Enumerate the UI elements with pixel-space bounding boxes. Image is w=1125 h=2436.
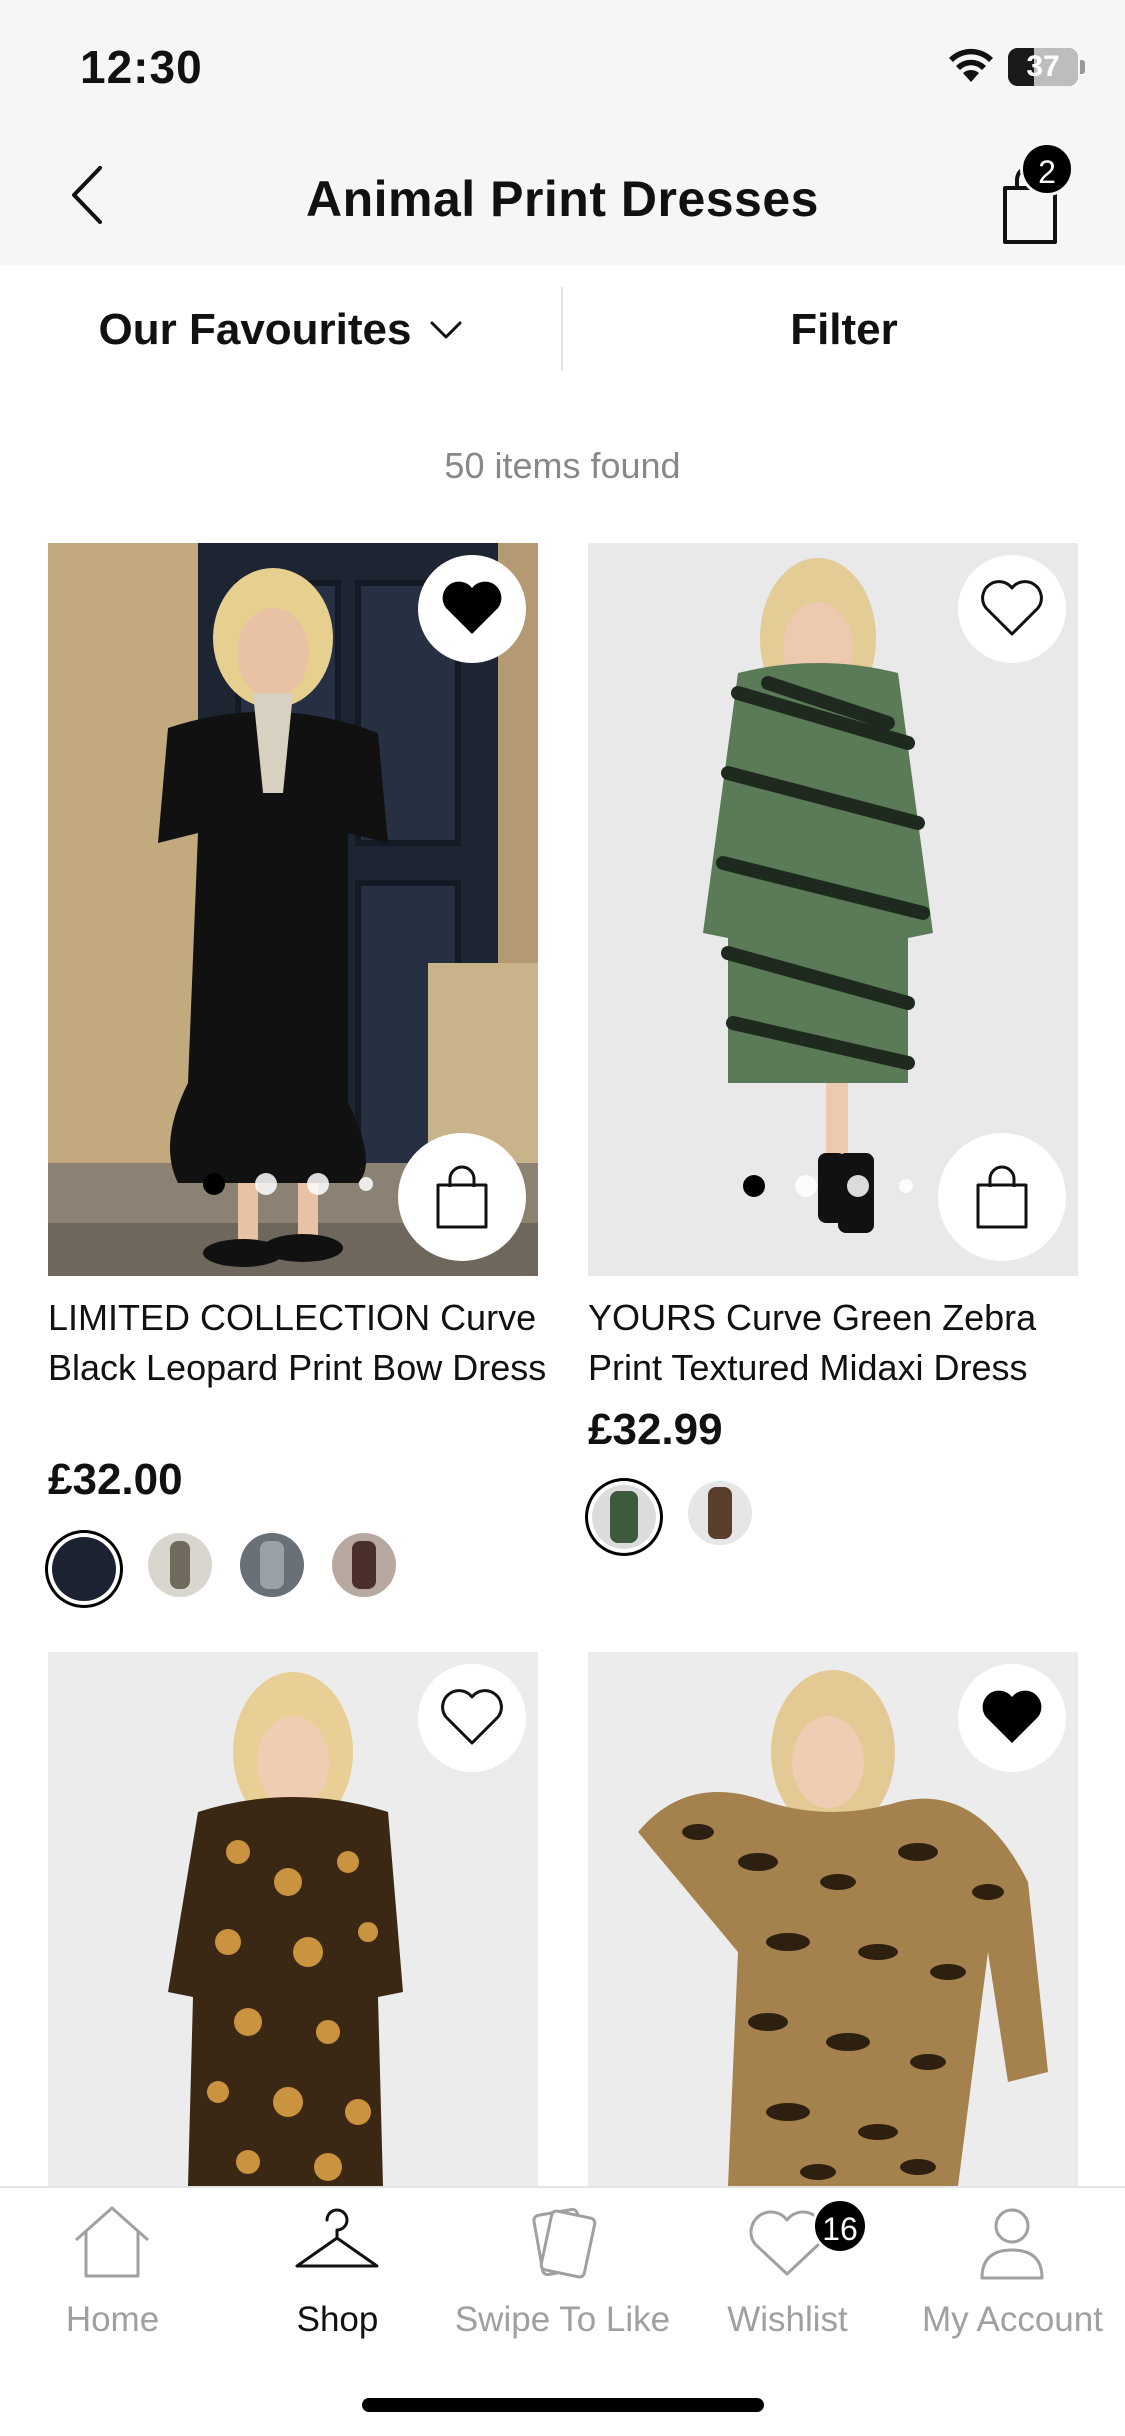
heart-outline-icon — [441, 1689, 503, 1745]
wifi-icon — [949, 48, 993, 82]
product-price: £32.99 — [588, 1405, 723, 1454]
carousel-dot[interactable] — [203, 1173, 225, 1195]
wishlist-button[interactable] — [418, 555, 526, 663]
product-price: £32.00 — [48, 1455, 183, 1504]
hanger-icon — [295, 2208, 379, 2268]
items-found-count: 50 items found — [444, 445, 681, 486]
color-swatch[interactable] — [332, 1533, 396, 1597]
tab-label: Home — [65, 2300, 160, 2339]
heart-outline-icon — [981, 580, 1043, 636]
cart-count-badge: 2 — [1020, 142, 1074, 196]
product-image[interactable] — [588, 543, 1078, 1276]
home-icon — [75, 2206, 149, 2278]
carousel-dot[interactable] — [899, 1179, 913, 1193]
sort-label: Our Favourites — [98, 305, 412, 354]
battery-tip — [1080, 60, 1085, 74]
product-image[interactable] — [588, 1652, 1078, 2186]
color-swatch[interactable] — [240, 1533, 304, 1597]
battery-icon: 37 — [1008, 48, 1078, 86]
tab-swipe-to-like[interactable]: Swipe To Like — [450, 2188, 675, 2348]
home-indicator[interactable] — [362, 2398, 764, 2412]
product-image[interactable] — [48, 543, 538, 1276]
color-swatch[interactable] — [688, 1481, 752, 1545]
shopping-bag-icon — [976, 1165, 1028, 1229]
tab-label: My Account — [922, 2300, 1103, 2339]
filter-label: Filter — [790, 305, 898, 354]
carousel-dot[interactable] — [255, 1173, 277, 1195]
tab-home[interactable]: Home — [0, 2188, 225, 2348]
wishlist-count-badge: 16 — [812, 2198, 868, 2254]
carousel-dot[interactable] — [743, 1175, 765, 1197]
color-swatch[interactable] — [592, 1485, 656, 1549]
page-title: Animal Print Dresses — [306, 171, 819, 227]
tab-shop[interactable]: Shop — [225, 2188, 450, 2348]
carousel-dot[interactable] — [795, 1175, 817, 1197]
carousel-dot[interactable] — [359, 1177, 373, 1191]
sort-filter-bar: Our Favourites Filter — [0, 265, 1125, 395]
color-swatches — [588, 1481, 752, 1553]
status-bar: 12:30 37 — [0, 0, 1125, 130]
color-swatch[interactable] — [148, 1533, 212, 1597]
chevron-down-icon — [430, 321, 462, 339]
person-icon — [980, 2208, 1044, 2280]
add-to-bag-button[interactable] — [398, 1133, 526, 1261]
sort-dropdown[interactable]: Our Favourites — [0, 265, 562, 395]
cards-icon — [532, 2207, 597, 2279]
add-to-bag-button[interactable] — [938, 1133, 1066, 1261]
tab-wishlist[interactable]: Wishlist — [675, 2188, 900, 2348]
carousel-dot[interactable] — [307, 1173, 329, 1195]
battery-level: 37 — [1026, 50, 1060, 83]
tab-label: Swipe To Like — [454, 2300, 671, 2339]
product-card[interactable]: LIMITED COLLECTION Curve Black Leopard P… — [48, 543, 546, 1605]
tab-label: Shop — [296, 2300, 379, 2339]
wishlist-button[interactable] — [418, 1664, 526, 1772]
color-swatch[interactable] — [52, 1537, 116, 1601]
product-image[interactable] — [48, 1652, 538, 2186]
product-name[interactable]: LIMITED COLLECTION Curve Black Leopard P… — [48, 1293, 548, 1393]
nav-header: Animal Print Dresses — [0, 130, 1125, 265]
tab-my-account[interactable]: My Account — [900, 2188, 1125, 2348]
heart-filled-icon — [442, 581, 502, 634]
shopping-bag-icon — [436, 1165, 488, 1229]
status-time: 12:30 — [80, 41, 203, 93]
filter-button[interactable]: Filter — [563, 265, 1125, 395]
heart-filled-icon — [982, 1690, 1042, 1743]
color-swatches — [48, 1533, 396, 1605]
carousel-dot[interactable] — [847, 1175, 869, 1197]
wishlist-button[interactable] — [958, 1664, 1066, 1772]
image-carousel-dots — [203, 1173, 373, 1195]
tab-label: Wishlist — [727, 2300, 848, 2339]
product-card[interactable] — [588, 1652, 1078, 2186]
product-card[interactable]: YOURS Curve Green Zebra Print Textured M… — [588, 543, 1078, 1603]
product-name[interactable]: YOURS Curve Green Zebra Print Textured M… — [588, 1293, 1088, 1393]
image-carousel-dots — [743, 1175, 913, 1197]
wishlist-button[interactable] — [958, 555, 1066, 663]
product-card[interactable] — [48, 1652, 538, 2186]
